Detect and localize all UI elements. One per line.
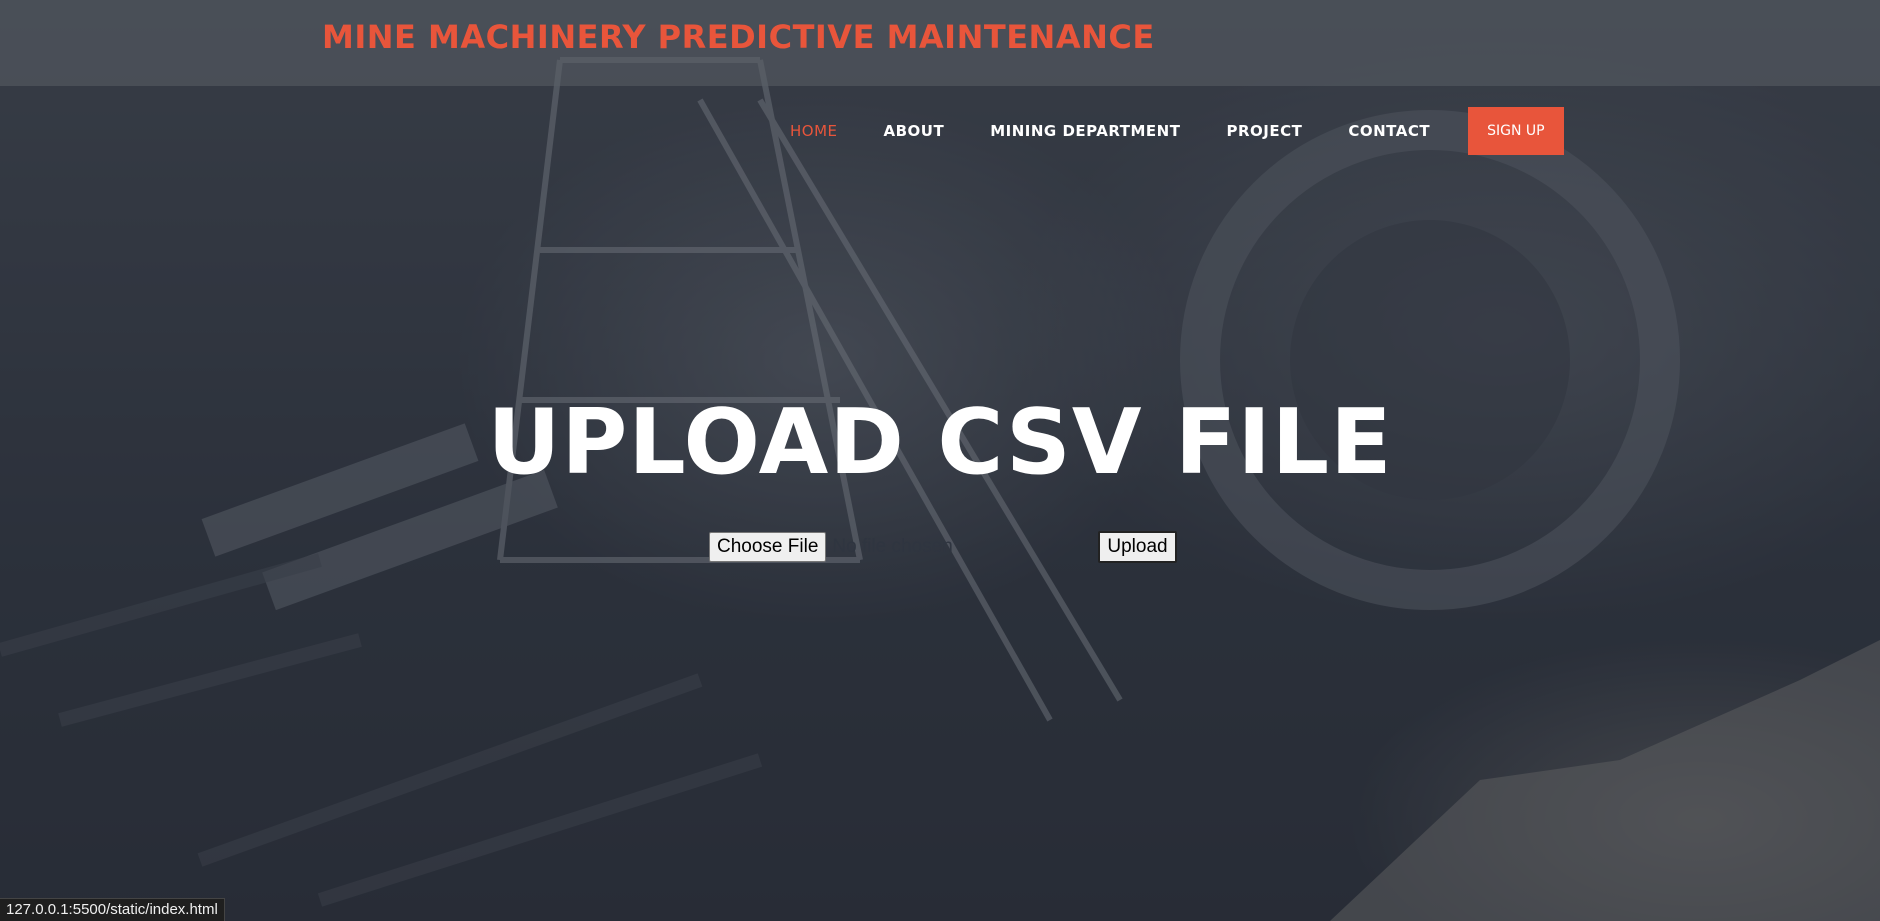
main-nav: HOME ABOUT MINING DEPARTMENT PROJECT CON… [790, 106, 1564, 156]
upload-form: Choose File No file chosen Upload [709, 531, 1177, 563]
page-title: UPLOAD CSV FILE [487, 390, 1393, 495]
nav-mining-department[interactable]: MINING DEPARTMENT [990, 122, 1180, 140]
nav-project[interactable]: PROJECT [1226, 122, 1302, 140]
nav-contact[interactable]: CONTACT [1348, 122, 1430, 140]
choose-file-button[interactable]: Choose File [709, 532, 827, 562]
page: MINE MACHINERY PREDICTIVE MAINTENANCE HO… [0, 0, 1880, 921]
nav-home[interactable]: HOME [790, 122, 838, 140]
nav-about[interactable]: ABOUT [884, 122, 945, 140]
top-header-bar: MINE MACHINERY PREDICTIVE MAINTENANCE [0, 0, 1880, 86]
browser-status-url: 127.0.0.1:5500/static/index.html [0, 898, 225, 921]
sign-up-button[interactable]: SIGN UP [1468, 107, 1564, 155]
file-status-text: No file chosen [832, 536, 953, 557]
site-brand[interactable]: MINE MACHINERY PREDICTIVE MAINTENANCE [322, 18, 1155, 56]
upload-button[interactable]: Upload [1098, 531, 1177, 563]
